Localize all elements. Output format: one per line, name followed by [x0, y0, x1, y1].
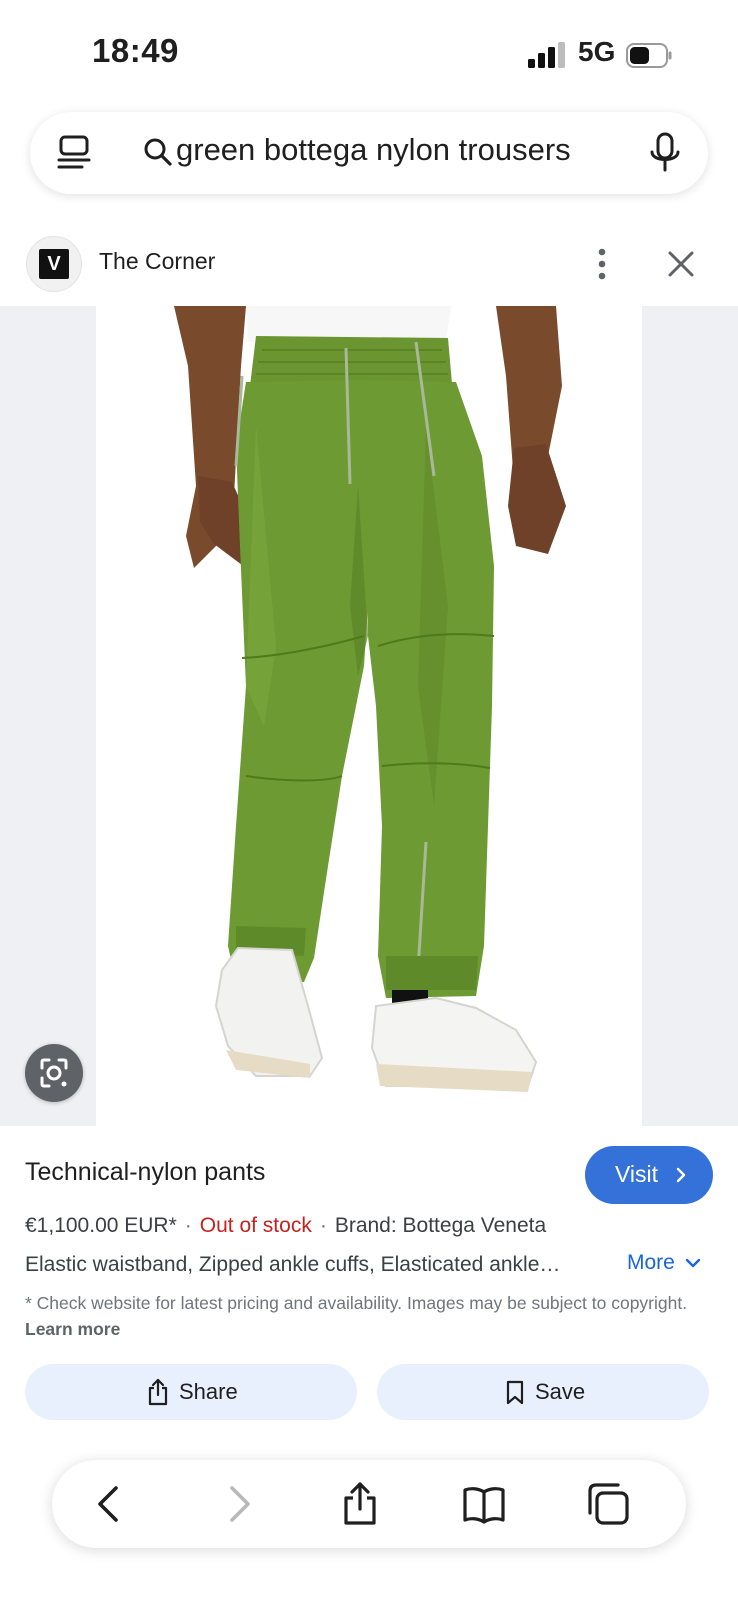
share-page-icon[interactable] — [338, 1482, 382, 1526]
source-logo[interactable]: V — [26, 236, 82, 292]
feature-list: Elastic waistband, Zipped ankle cuffs, E… — [25, 1253, 561, 1276]
source-header: V The Corner — [0, 236, 738, 294]
tabs-list-icon[interactable] — [56, 134, 92, 172]
share-button[interactable]: Share — [25, 1364, 357, 1420]
price-row: €1,100.00 EUR* · Out of stock · Brand: Botte… — [25, 1214, 546, 1238]
visit-button[interactable]: Visit — [585, 1146, 713, 1204]
trousers-illustration — [174, 306, 566, 1092]
back-icon[interactable] — [88, 1482, 132, 1526]
stock-status: Out of stock — [199, 1214, 312, 1237]
chevron-down-icon — [685, 1259, 700, 1268]
separator: · — [319, 1214, 327, 1237]
disclaimer-text: * Check website for latest pricing and a… — [25, 1293, 688, 1313]
product-title[interactable]: Technical-nylon pants — [25, 1158, 265, 1187]
brand: Brand: Bottega Veneta — [334, 1214, 547, 1237]
search-input[interactable]: green bottega nylon trousers — [176, 132, 571, 168]
share-icon — [148, 1378, 168, 1406]
chevron-right-icon — [676, 1167, 686, 1183]
save-button[interactable]: Save — [377, 1364, 709, 1420]
save-label: Save — [535, 1379, 586, 1404]
share-label: Share — [179, 1379, 238, 1404]
separator: · — [184, 1214, 192, 1237]
image-viewer — [0, 306, 738, 1126]
forward-icon[interactable] — [216, 1482, 260, 1526]
network-label: 5G — [578, 36, 616, 67]
more-options-icon[interactable] — [592, 244, 612, 284]
search-bar[interactable]: green bottega nylon trousers — [30, 112, 708, 194]
more-label: More — [627, 1251, 675, 1274]
signal-icon — [528, 42, 565, 68]
visit-label: Visit — [615, 1161, 659, 1187]
bookmark-icon — [506, 1380, 524, 1405]
product-image[interactable] — [96, 306, 642, 1126]
price: €1,100.00 EUR* — [25, 1214, 177, 1237]
clock: 18:49 — [92, 32, 179, 69]
bookmarks-icon[interactable] — [462, 1482, 506, 1526]
more-button[interactable]: More — [627, 1251, 701, 1275]
google-lens-button[interactable] — [25, 1044, 83, 1102]
close-icon[interactable] — [666, 249, 696, 279]
status-bar: 18:49 5G — [0, 0, 738, 100]
source-logo-mark: V — [39, 249, 69, 279]
microphone-icon[interactable] — [648, 132, 682, 174]
disclaimer: * Check website for latest pricing and a… — [25, 1290, 705, 1342]
source-name[interactable]: The Corner — [99, 248, 215, 275]
browser-toolbar — [52, 1460, 686, 1548]
tabs-icon[interactable] — [586, 1482, 630, 1526]
learn-more-link[interactable]: Learn more — [25, 1319, 120, 1339]
lens-icon — [40, 1058, 68, 1088]
battery-icon — [626, 43, 672, 68]
search-icon — [144, 138, 172, 166]
